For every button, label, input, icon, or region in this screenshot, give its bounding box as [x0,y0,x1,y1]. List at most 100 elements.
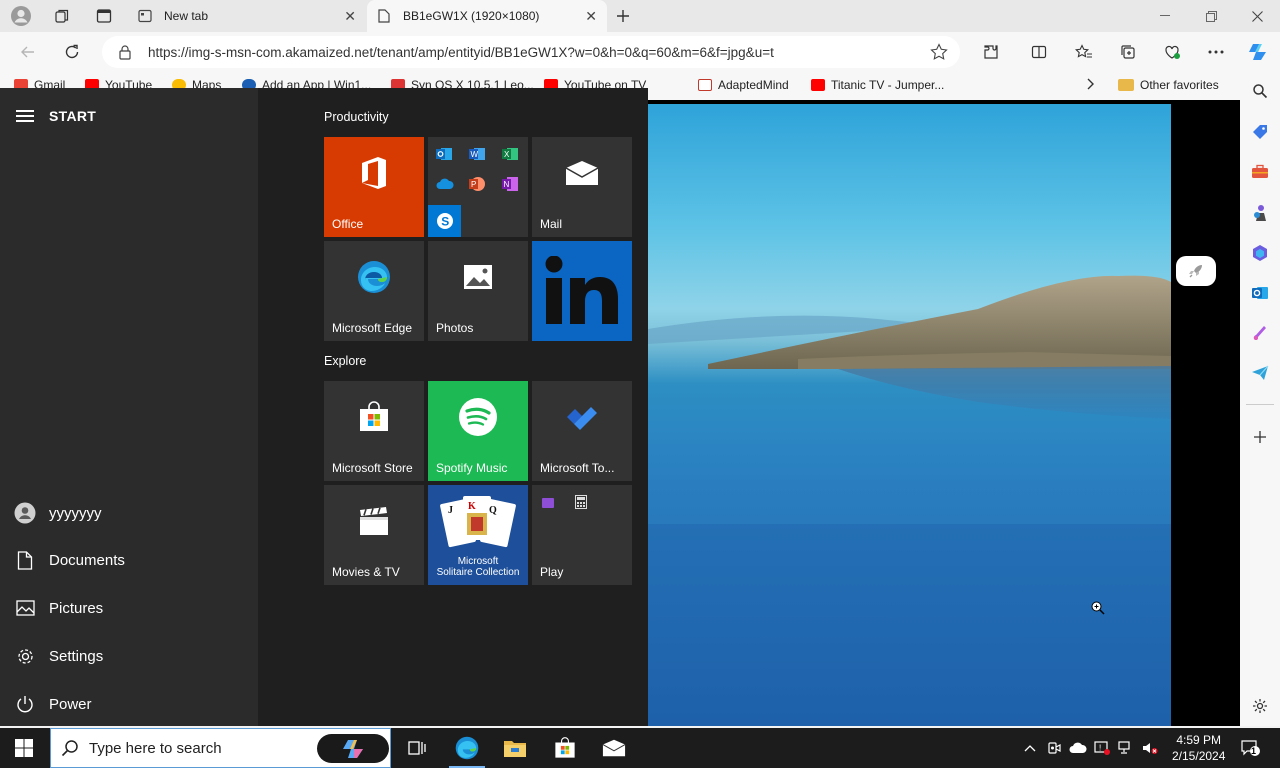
tile-movies-tv[interactable]: Movies & TV [324,485,424,585]
rocket-icon[interactable] [1176,256,1216,286]
profile-icon[interactable] [10,5,32,27]
refresh-icon[interactable] [61,41,83,63]
favorite-star-icon[interactable] [930,43,948,64]
pictures-icon [14,597,36,619]
tab-title: BB1eGW1X (1920×1080) [403,9,540,23]
tile-microsoft-store[interactable]: Microsoft Store [324,381,424,481]
taskbar-search-box[interactable] [50,728,391,768]
security-alert-icon[interactable]: ! [1093,738,1111,758]
favorite-titanic-tv[interactable]: Titanic TV - Jumper... [811,78,944,92]
svg-text:K: K [468,501,476,512]
calculator-icon [575,495,587,512]
tile-office-apps[interactable]: W X P N S [428,137,528,237]
tile-play[interactable]: Play [532,485,632,585]
side-item-user[interactable]: yyyyyyy [14,501,102,525]
side-item-power[interactable]: Power [14,692,92,716]
task-view-icon[interactable] [404,736,428,760]
file-explorer-icon[interactable] [503,736,527,760]
collections-icon[interactable] [1117,41,1139,63]
search-icon[interactable] [1249,80,1271,102]
workspaces-icon[interactable] [51,5,73,27]
start-header: START [16,108,96,124]
svg-text:W: W [471,150,479,159]
word-icon: W [469,147,485,164]
tile-solitaire-collection[interactable]: K Q J Microsoft Solitaire Collection [428,485,528,585]
restore-icon[interactable] [1188,0,1234,32]
document-icon [14,549,36,571]
tile-linkedin[interactable] [532,241,632,341]
side-item-pictures[interactable]: Pictures [14,596,103,620]
shopping-tag-icon[interactable] [1249,121,1271,143]
page-favicon-icon [377,9,391,23]
windows-start-icon[interactable] [12,736,36,760]
power-icon [14,693,36,715]
network-icon[interactable] [1117,738,1135,758]
split-screen-icon[interactable] [1028,41,1050,63]
favorites-overflow-chevron-icon[interactable] [1085,78,1095,90]
tile-microsoft-edge[interactable]: Microsoft Edge [324,241,424,341]
taskbar-store-icon[interactable] [553,736,577,760]
mail-envelope-icon [532,137,632,209]
search-input[interactable] [89,739,309,757]
hamburger-menu-icon[interactable] [16,110,34,122]
address-bar[interactable]: https://img-s-msn-com.akamaized.net/tena… [102,36,960,68]
taskbar-mail-icon[interactable] [602,736,626,760]
tools-briefcase-icon[interactable] [1249,161,1271,183]
clock-date: 2/15/2024 [1172,749,1226,763]
tab-new-tab[interactable]: New tab ✕ [128,0,366,32]
edge-icon [324,241,424,313]
tile-spotify-music[interactable]: Spotify Music [428,381,528,481]
side-item-documents[interactable]: Documents [14,548,125,572]
sidebar-settings-gear-icon[interactable] [1249,695,1271,717]
meet-camera-icon[interactable] [1045,738,1063,758]
favorite-other-favorites[interactable]: Other favorites [1118,78,1219,92]
tile-photos[interactable]: Photos [428,241,528,341]
microsoft-365-icon[interactable] [1249,242,1271,264]
browser-essentials-icon[interactable] [1161,41,1183,63]
close-window-icon[interactable] [1234,0,1280,32]
copilot-icon[interactable] [1247,41,1269,63]
zoom-cursor-icon [1091,601,1105,618]
volume-muted-icon[interactable] [1141,738,1159,758]
favorite-adaptedmind[interactable]: AdaptedMind [698,78,789,92]
onedrive-icon [436,178,454,193]
extensions-icon[interactable] [980,41,1002,63]
side-item-settings[interactable]: Settings [14,644,103,668]
minimize-icon[interactable] [1142,0,1188,32]
tile-microsoft-todo[interactable]: Microsoft To... [532,381,632,481]
show-hidden-icons-chevron-icon[interactable] [1021,738,1039,758]
tab-image[interactable]: BB1eGW1X (1920×1080) ✕ [367,0,607,32]
photos-icon [428,241,528,313]
gear-icon [14,645,36,667]
new-tab-plus-icon[interactable] [612,5,634,27]
taskbar-edge-icon[interactable] [455,736,479,760]
adaptedmind-icon [698,79,712,91]
start-menu-sidebar: START yyyyyyy Documents Pictures Setting… [0,88,258,726]
svg-text:Q: Q [489,505,497,516]
copilot-button[interactable] [317,734,389,763]
skype-icon: S [428,205,461,237]
notification-center-icon[interactable]: 1 [1240,738,1262,758]
tile-office[interactable]: Office [324,137,424,237]
onenote-icon: N [502,176,518,195]
back-arrow-icon[interactable] [17,41,39,63]
svg-text:N: N [504,180,510,189]
tile-mail[interactable]: Mail [532,137,632,237]
close-tab-icon[interactable]: ✕ [585,8,597,25]
folder-icon [1118,79,1134,91]
close-tab-icon[interactable]: ✕ [344,8,356,25]
taskbar-clock[interactable]: 4:59 PM 2/15/2024 [1172,732,1225,764]
favorites-icon[interactable] [1073,41,1095,63]
url-text: https://img-s-msn-com.akamaized.net/tena… [148,44,774,60]
drop-send-icon[interactable] [1249,362,1271,384]
outlook-icon[interactable] [1249,282,1271,304]
games-chess-icon[interactable] [1249,202,1271,224]
designer-icon[interactable] [1249,322,1271,344]
more-options-icon[interactable] [1205,41,1227,63]
group-label-explore: Explore [324,354,367,368]
add-plus-icon[interactable] [1249,426,1271,448]
clipchamp-icon [542,497,554,511]
lock-icon[interactable] [118,44,132,63]
vertical-tabs-icon[interactable] [93,5,115,27]
onedrive-cloud-icon[interactable] [1069,738,1087,758]
